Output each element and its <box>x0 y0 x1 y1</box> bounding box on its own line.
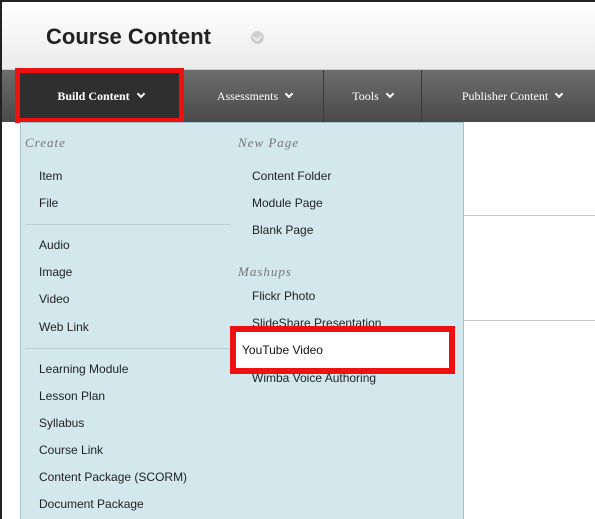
menu-item-image[interactable]: Image <box>39 265 72 279</box>
window: Course Content Build Content Assessments… <box>0 0 595 519</box>
chevron-down-icon <box>284 89 294 99</box>
menu-item-video[interactable]: Video <box>39 292 69 306</box>
menu-item-web-link[interactable]: Web Link <box>39 320 89 334</box>
tools-label: Tools <box>352 88 379 103</box>
menu-item-course-link[interactable]: Course Link <box>39 443 103 457</box>
chevron-down-icon <box>554 89 564 99</box>
mashups-heading: Mashups <box>238 264 292 279</box>
menu-item-youtube-video[interactable]: YouTube Video <box>242 343 323 357</box>
build-content-highlight <box>15 68 184 123</box>
menu-item-content-package[interactable]: Content Package (SCORM) <box>39 470 187 484</box>
menu-item-document-package[interactable]: Document Package <box>39 497 144 511</box>
menu-item-blank-page[interactable]: Blank Page <box>252 223 313 237</box>
menu-divider <box>25 224 231 225</box>
build-content-menu: Create Item File Audio Image Video Web L… <box>20 122 464 519</box>
publisher-content-button[interactable]: Publisher Content <box>422 70 595 122</box>
chevron-down-icon <box>385 89 394 99</box>
menu-item-syllabus[interactable]: Syllabus <box>39 416 84 430</box>
menu-item-lesson-plan[interactable]: Lesson Plan <box>39 389 105 403</box>
create-heading: Create <box>25 135 66 150</box>
chevron-down-icon[interactable] <box>251 31 264 44</box>
menu-item-flickr-photo[interactable]: Flickr Photo <box>252 289 315 303</box>
new-page-heading: New Page <box>238 135 300 150</box>
menu-item-content-folder[interactable]: Content Folder <box>252 169 331 183</box>
page-header: Course Content <box>2 2 595 70</box>
menu-item-module-page[interactable]: Module Page <box>252 196 323 210</box>
content-divider <box>464 215 595 216</box>
publisher-content-label: Publisher Content <box>461 88 549 103</box>
page-title: Course Content <box>46 24 211 49</box>
menu-item-file[interactable]: File <box>39 196 58 210</box>
tools-button[interactable]: Tools <box>324 70 422 122</box>
menu-item-learning-module[interactable]: Learning Module <box>39 362 128 376</box>
content-divider <box>464 320 595 321</box>
assessments-label: Assessments <box>216 88 279 103</box>
menu-divider <box>25 348 231 349</box>
assessments-button[interactable]: Assessments <box>186 70 324 122</box>
menu-item-item[interactable]: Item <box>39 169 62 183</box>
menu-item-audio[interactable]: Audio <box>39 238 70 252</box>
